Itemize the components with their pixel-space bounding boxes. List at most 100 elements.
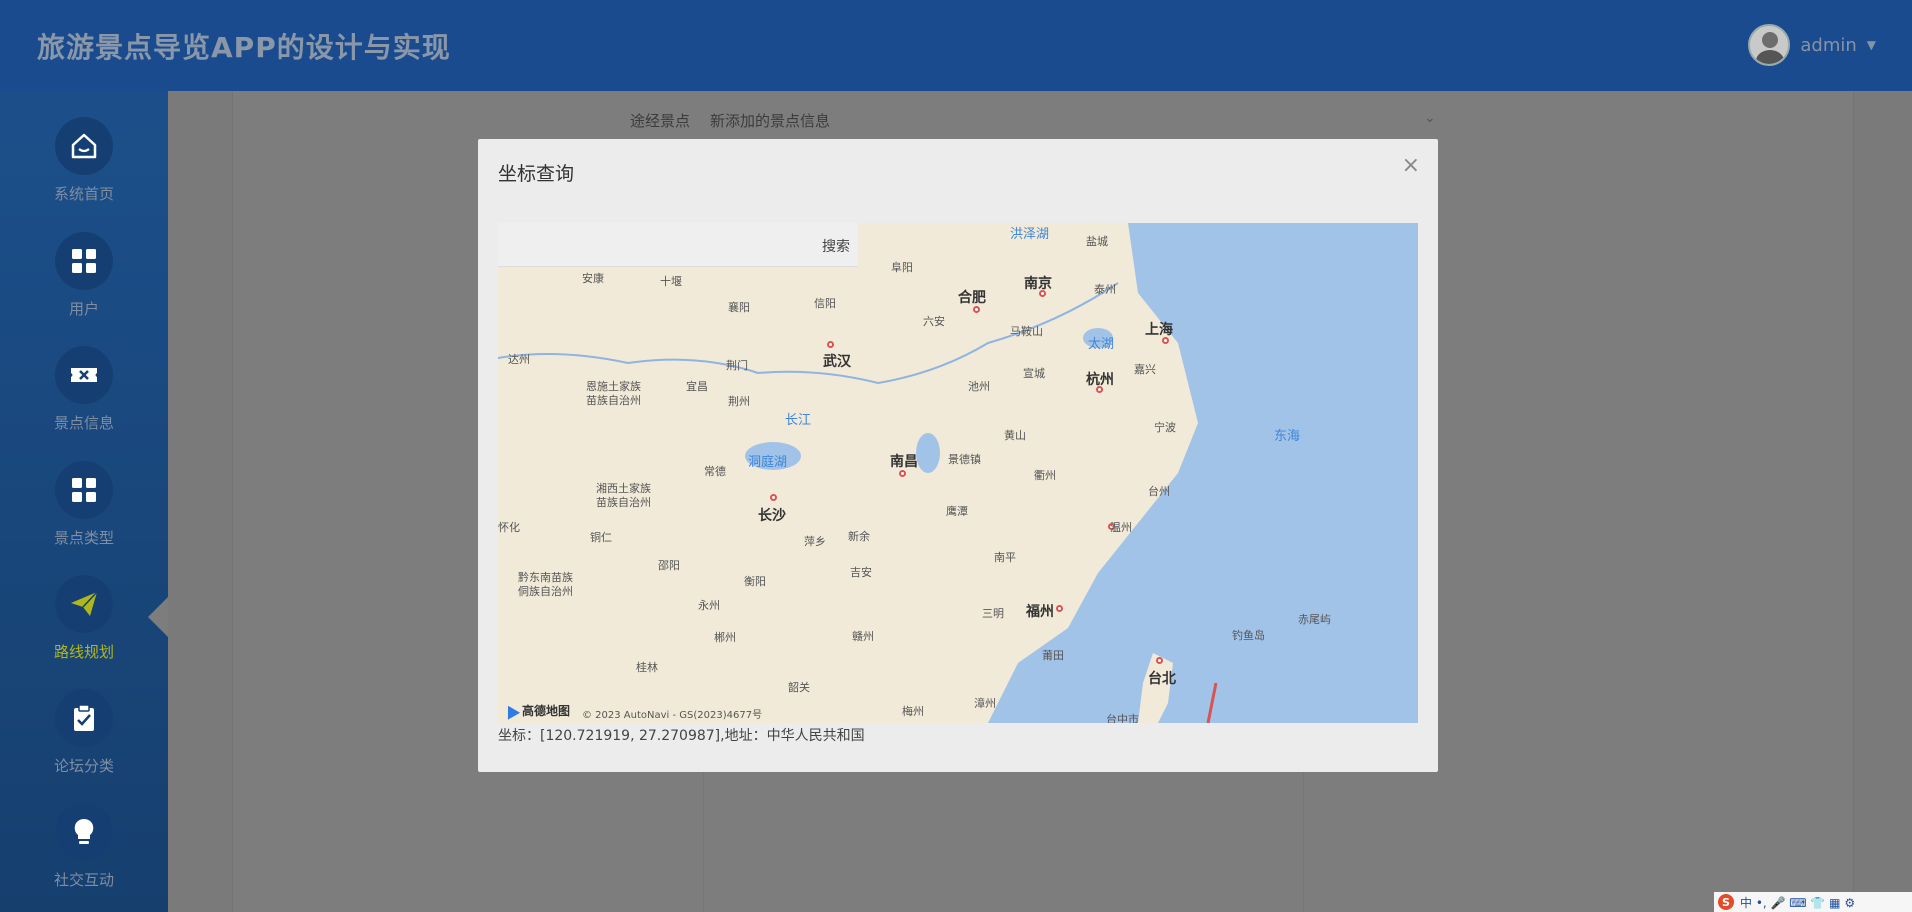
dialog-title: 坐标查询 [498, 163, 575, 185]
map-label: 梅州 [902, 705, 924, 718]
map-marker [1156, 657, 1163, 664]
map-label: 宁波 [1154, 421, 1176, 434]
map-marker [827, 341, 834, 348]
map-label: 池州 [968, 380, 990, 393]
map-label: 莆田 [1042, 649, 1064, 662]
top-header: 旅游景点导览APP的设计与实现 admin ▼ [0, 0, 1912, 91]
map-search-button[interactable]: 搜索 [822, 236, 850, 256]
map-label: 景德镇 [948, 453, 981, 466]
coordinate-query-dialog: 坐标查询 × 搜索 武汉 南京 合肥 上海 杭州 南昌 长沙 福州 台北 阜阳 … [478, 139, 1438, 772]
map-water-label: 东海 [1274, 429, 1301, 444]
ime-toolbar[interactable]: S 中 •, 🎤 ⌨ 👕 ▦ ⚙ [1714, 892, 1912, 912]
map-label: 桂林 [636, 661, 658, 674]
sidebar: 系统首页 用户 景点信息 景点类型 路线规划 论坛分类 社交互动 [0, 91, 168, 912]
map-label: 赤尾屿 [1298, 613, 1331, 626]
map-marker [1039, 290, 1046, 297]
sidebar-item-label: 路线规划 [53, 643, 114, 661]
sidebar-item-spot-type[interactable]: 景点类型 [0, 461, 168, 576]
user-name[interactable]: admin [1800, 35, 1856, 56]
via-spots-value[interactable]: 新添加的景点信息 [710, 110, 830, 131]
lightbulb-icon [55, 803, 113, 861]
map-marker [1056, 605, 1063, 612]
map-label: 宜昌 [686, 380, 708, 393]
map-search-bar: 搜索 [498, 223, 858, 267]
sidebar-item-users[interactable]: 用户 [0, 232, 168, 347]
sidebar-item-spot-info[interactable]: 景点信息 [0, 346, 168, 461]
map-label: 怀化 [498, 521, 520, 534]
map-search-input[interactable] [498, 223, 808, 267]
map-label: 鹰潭 [946, 505, 968, 518]
map-label: 衡阳 [744, 575, 766, 588]
grid-icon [55, 232, 113, 290]
sidebar-item-social[interactable]: 社交互动 [0, 803, 168, 912]
map-marker [973, 306, 980, 313]
map-label: 阜阳 [891, 261, 913, 274]
chevron-down-icon[interactable]: ⌄ [1424, 110, 1436, 126]
divider [703, 751, 704, 912]
sidebar-item-label: 景点信息 [53, 414, 114, 432]
map-copyright: © 2023 AutoNavi - GS(2023)4677号 [582, 710, 763, 721]
map-label: 信阳 [814, 297, 836, 310]
map-label: 台中市 [1106, 713, 1139, 723]
map-label: 盐城 [1086, 235, 1108, 248]
map-label: 苗族自治州 [596, 496, 651, 509]
map-label: 台北 [1148, 671, 1176, 687]
map-label: 萍乡 [804, 535, 826, 548]
map-marker [1162, 337, 1169, 344]
sidebar-item-label: 用户 [68, 300, 99, 318]
avatar[interactable] [1748, 24, 1791, 66]
sidebar-item-label: 景点类型 [53, 529, 114, 547]
map-label: 上海 [1145, 322, 1173, 338]
map-water-label: 洪泽湖 [1010, 227, 1050, 242]
map-label: 三明 [982, 607, 1004, 620]
map-label: 南平 [994, 551, 1016, 564]
via-spots-row[interactable]: 途经景点 新添加的景点信息 [630, 110, 830, 131]
map-label: 嘉兴 [1134, 363, 1156, 376]
map-label: 侗族自治州 [518, 585, 573, 598]
map-label: 苗族自治州 [586, 394, 641, 407]
grid-icon [55, 461, 113, 519]
sogou-icon[interactable]: S [1718, 894, 1734, 910]
map-label: 荆门 [726, 359, 748, 372]
sidebar-item-label: 社交互动 [53, 871, 114, 889]
map-label: 钓鱼岛 [1232, 629, 1265, 642]
map-label: 郴州 [714, 631, 736, 644]
caret-down-icon[interactable]: ▼ [1867, 38, 1876, 52]
map-label: 铜仁 [590, 531, 612, 544]
map-label: 马鞍山 [1010, 325, 1043, 338]
active-indicator [148, 597, 168, 637]
map-label: 台州 [1148, 485, 1170, 498]
map-label: 新余 [848, 530, 870, 543]
map-marker [770, 494, 777, 501]
map-water-label: 太湖 [1088, 337, 1115, 352]
paper-plane-icon [55, 575, 113, 633]
sidebar-item-home[interactable]: 系统首页 [0, 117, 168, 232]
amap-logo-icon [501, 701, 521, 720]
map-water-label: 洞庭湖 [748, 455, 788, 470]
map-label: 衢州 [1034, 469, 1056, 482]
map-label: 韶关 [788, 681, 810, 694]
map-label: 永州 [698, 599, 720, 612]
map-label: 吉安 [850, 566, 872, 579]
amap-logo: 高德地图 [501, 701, 570, 720]
ime-controls[interactable]: 中 •, 🎤 ⌨ 👕 ▦ ⚙ [1740, 894, 1855, 911]
sidebar-item-forum-category[interactable]: 论坛分类 [0, 689, 168, 804]
close-icon[interactable]: × [1402, 153, 1420, 178]
map-label: 宣城 [1023, 367, 1045, 380]
map-water-label: 长江 [785, 413, 812, 428]
map-marker [1096, 386, 1103, 393]
map-label: 六安 [923, 315, 945, 328]
coordinate-result: 坐标：[120.721919, 27.270987],地址：中华人民共和国 [498, 728, 865, 744]
via-spots-label: 途经景点 [630, 112, 691, 130]
map-label: 十堰 [660, 275, 682, 288]
ticket-icon [55, 346, 113, 404]
app-title: 旅游景点导览APP的设计与实现 [37, 30, 451, 64]
clipboard-check-icon [55, 689, 113, 747]
map-label: 南京 [1024, 276, 1052, 292]
home-icon [55, 117, 113, 175]
sidebar-item-route-planning[interactable]: 路线规划 [0, 575, 168, 690]
user-menu[interactable]: admin ▼ [1748, 24, 1876, 66]
map-view[interactable]: 搜索 武汉 南京 合肥 上海 杭州 南昌 长沙 福州 台北 阜阳 盐城 安康 十… [498, 223, 1418, 723]
map-label: 赣州 [852, 630, 874, 643]
map-label: 福州 [1026, 604, 1054, 620]
